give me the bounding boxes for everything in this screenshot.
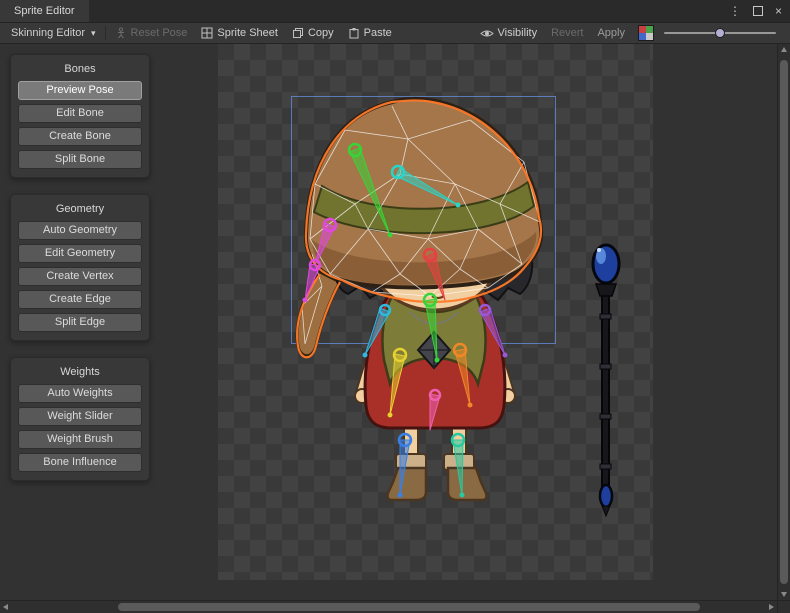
button-create-vertex[interactable]: Create Vertex xyxy=(18,267,142,286)
channel-green xyxy=(646,26,653,33)
zoom-slider[interactable] xyxy=(664,26,776,40)
scroll-right-icon[interactable] xyxy=(769,604,774,610)
visibility-label: Visibility xyxy=(498,27,538,39)
close-icon[interactable]: × xyxy=(775,5,782,17)
panel-title: Weights xyxy=(11,366,149,378)
tab-sprite-editor[interactable]: Sprite Editor xyxy=(0,0,89,22)
button-create-bone[interactable]: Create Bone xyxy=(18,127,142,146)
button-weight-slider[interactable]: Weight Slider xyxy=(18,407,142,426)
sprite-sheet-label: Sprite Sheet xyxy=(217,27,278,39)
chevron-down-icon: ▾ xyxy=(91,28,96,39)
revert-button[interactable]: Revert xyxy=(544,23,590,43)
sprite-sheet-icon xyxy=(201,27,213,39)
window-menu-icon[interactable]: ⋮ xyxy=(729,5,741,17)
channel-red xyxy=(639,26,646,33)
scroll-up-icon[interactable] xyxy=(781,47,787,52)
staff-sprite[interactable] xyxy=(593,245,619,516)
canvas-viewport[interactable]: Bones Preview Pose Edit Bone Create Bone… xyxy=(0,44,777,600)
panel-bones: Bones Preview Pose Edit Bone Create Bone… xyxy=(10,54,150,178)
revert-label: Revert xyxy=(551,27,583,39)
zoom-slider-thumb[interactable] xyxy=(715,28,725,38)
editor-mode-dropdown[interactable]: Skinning Editor ▾ xyxy=(4,23,103,43)
apply-button[interactable]: Apply xyxy=(590,23,632,43)
sprite-editor-window: Sprite Editor ⋮ × Skinning Editor ▾ Rese… xyxy=(0,0,790,613)
channel-alpha xyxy=(646,33,653,40)
panel-weights: Weights Auto Weights Weight Slider Weigh… xyxy=(10,357,150,481)
maximize-icon[interactable] xyxy=(753,6,763,16)
reset-pose-button[interactable]: Reset Pose xyxy=(108,23,195,43)
scrollbar-corner xyxy=(777,600,790,613)
tool-panels: Bones Preview Pose Edit Bone Create Bone… xyxy=(10,54,150,481)
horizontal-scrollbar-thumb[interactable] xyxy=(118,603,700,611)
reset-pose-label: Reset Pose xyxy=(131,27,188,39)
title-bar: Sprite Editor ⋮ × xyxy=(0,0,790,22)
scroll-left-icon[interactable] xyxy=(3,604,8,610)
horizontal-scrollbar[interactable] xyxy=(0,600,777,613)
copy-button[interactable]: Copy xyxy=(285,23,341,43)
channel-blue xyxy=(639,33,646,40)
copy-label: Copy xyxy=(308,27,334,39)
button-auto-weights[interactable]: Auto Weights xyxy=(18,384,142,403)
paste-button[interactable]: Paste xyxy=(341,23,399,43)
character-sprite[interactable] xyxy=(297,99,541,500)
button-bone-influence[interactable]: Bone Influence xyxy=(18,453,142,472)
button-split-bone[interactable]: Split Bone xyxy=(18,150,142,169)
button-create-edge[interactable]: Create Edge xyxy=(18,290,142,309)
panel-geometry: Geometry Auto Geometry Edit Geometry Cre… xyxy=(10,194,150,341)
panel-title: Bones xyxy=(11,63,149,75)
sprite-sheet-button[interactable]: Sprite Sheet xyxy=(194,23,285,43)
panel-title: Geometry xyxy=(11,203,149,215)
button-edit-geometry[interactable]: Edit Geometry xyxy=(18,244,142,263)
copy-icon xyxy=(292,27,304,39)
toolbar: Skinning Editor ▾ Reset Pose Sprite Shee… xyxy=(0,22,790,44)
toolbar-separator xyxy=(105,26,106,40)
button-preview-pose[interactable]: Preview Pose xyxy=(18,81,142,100)
button-edit-bone[interactable]: Edit Bone xyxy=(18,104,142,123)
editor-mode-label: Skinning Editor xyxy=(11,27,85,39)
reset-pose-icon xyxy=(115,27,127,39)
vertical-scrollbar[interactable] xyxy=(777,44,790,600)
color-channel-icon[interactable] xyxy=(638,25,654,41)
eye-icon xyxy=(480,28,494,39)
button-split-edge[interactable]: Split Edge xyxy=(18,313,142,332)
window-controls: ⋮ × xyxy=(729,0,782,22)
paste-label: Paste xyxy=(364,27,392,39)
visibility-button[interactable]: Visibility xyxy=(473,23,545,43)
scroll-down-icon[interactable] xyxy=(781,592,787,597)
paste-icon xyxy=(348,27,360,39)
button-weight-brush[interactable]: Weight Brush xyxy=(18,430,142,449)
vertical-scrollbar-thumb[interactable] xyxy=(780,60,788,584)
apply-label: Apply xyxy=(597,27,625,39)
button-auto-geometry[interactable]: Auto Geometry xyxy=(18,221,142,240)
tab-title: Sprite Editor xyxy=(14,5,75,17)
